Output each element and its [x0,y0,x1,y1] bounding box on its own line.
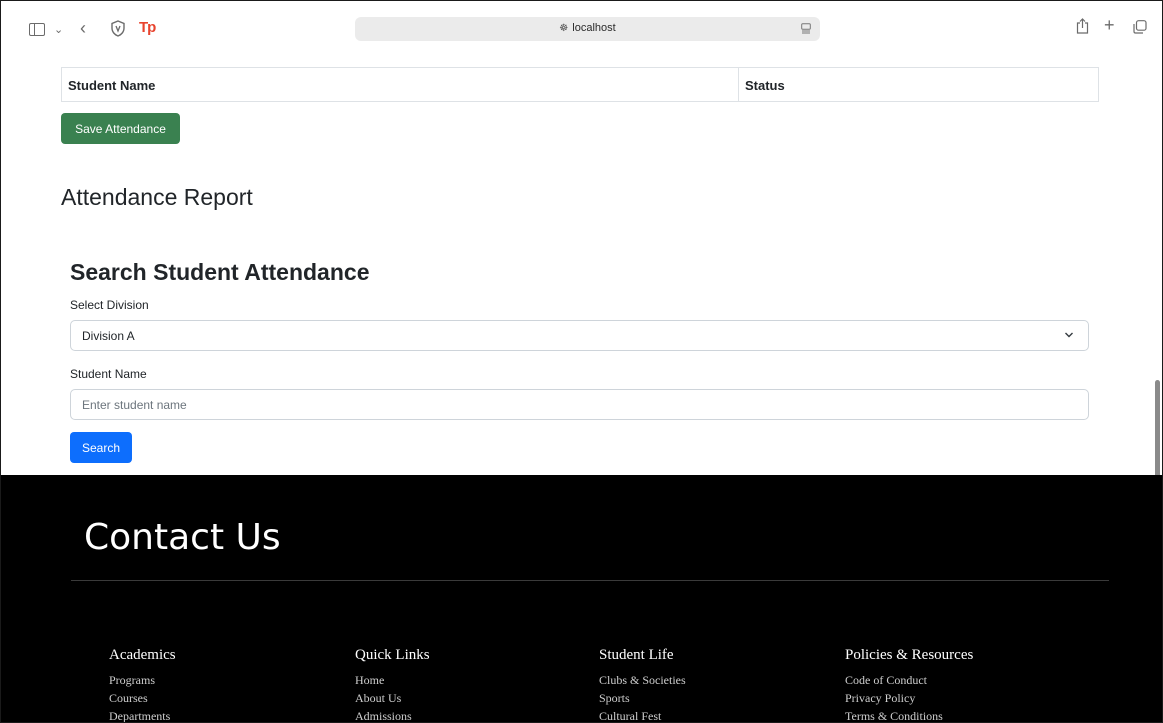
division-label: Select Division [70,298,149,312]
student-name-header: Student Name [61,67,739,102]
browser-window: ⌄ ‹ Tp ☸ localhost + Student Name Status… [0,0,1163,723]
footer-link[interactable]: Code of Conduct [845,671,973,689]
url-text: localhost [572,22,616,34]
footer-heading: Quick Links [355,647,430,663]
back-arrow-icon[interactable]: ‹ [80,19,86,37]
footer-divider [71,580,1109,581]
save-attendance-button[interactable]: Save Attendance [61,113,180,144]
browser-toolbar: ⌄ ‹ Tp ☸ localhost + [1,1,1162,57]
footer-column-quick-links: Quick Links Home About Us Admissions [355,647,430,722]
footer-link[interactable]: Sports [599,689,686,707]
page-content: Student Name Status Save Attendance Atte… [1,57,1162,475]
footer-column-academics: Academics Programs Courses Departments [109,647,176,722]
student-name-input[interactable] [70,389,1089,420]
shield-icon[interactable] [110,20,126,37]
footer-link[interactable]: Clubs & Societies [599,671,686,689]
footer-link[interactable]: About Us [355,689,430,707]
footer-link[interactable]: Admissions [355,707,430,722]
footer-link[interactable]: Privacy Policy [845,689,973,707]
attendance-table: Student Name Status [61,67,1099,102]
contact-us-title: Contact Us [84,517,281,558]
footer-link[interactable]: Programs [109,671,176,689]
site-icon: ☸ [559,23,569,34]
new-tab-icon[interactable]: + [1104,16,1115,34]
attendance-report-title: Attendance Report [61,184,253,210]
footer-link[interactable]: Courses [109,689,176,707]
share-icon[interactable] [1076,18,1089,34]
footer-heading: Academics [109,647,176,663]
tab-overview-icon[interactable] [1133,20,1147,34]
footer-link[interactable]: Departments [109,707,176,722]
address-bar[interactable]: ☸ localhost [355,17,820,41]
student-name-label: Student Name [70,367,147,381]
footer-link[interactable]: Cultural Fest [599,707,686,722]
search-attendance-title: Search Student Attendance [70,259,370,285]
footer-heading: Policies & Resources [845,647,974,663]
division-selected-value: Division A [82,329,135,343]
footer: Contact Us Academics Programs Courses De… [1,475,1162,722]
footer-link[interactable]: Home [355,671,430,689]
tp-extension-logo[interactable]: Tp [139,19,156,36]
table-header-row: Student Name Status [61,67,1099,102]
status-header: Status [738,67,1099,102]
chevron-down-icon[interactable]: ⌄ [54,22,63,38]
reader-mode-icon[interactable] [801,23,811,34]
chevron-down-icon [1065,332,1073,338]
footer-link[interactable]: Terms & Conditions [845,707,973,722]
footer-column-policies: Policies & Resources Code of Conduct Pri… [845,647,974,722]
sidebar-toggle-icon[interactable] [29,23,45,36]
division-select[interactable]: Division A [70,320,1089,351]
footer-column-student-life: Student Life Clubs & Societies Sports Cu… [599,647,686,722]
footer-heading: Student Life [599,647,674,663]
search-button[interactable]: Search [70,432,132,463]
